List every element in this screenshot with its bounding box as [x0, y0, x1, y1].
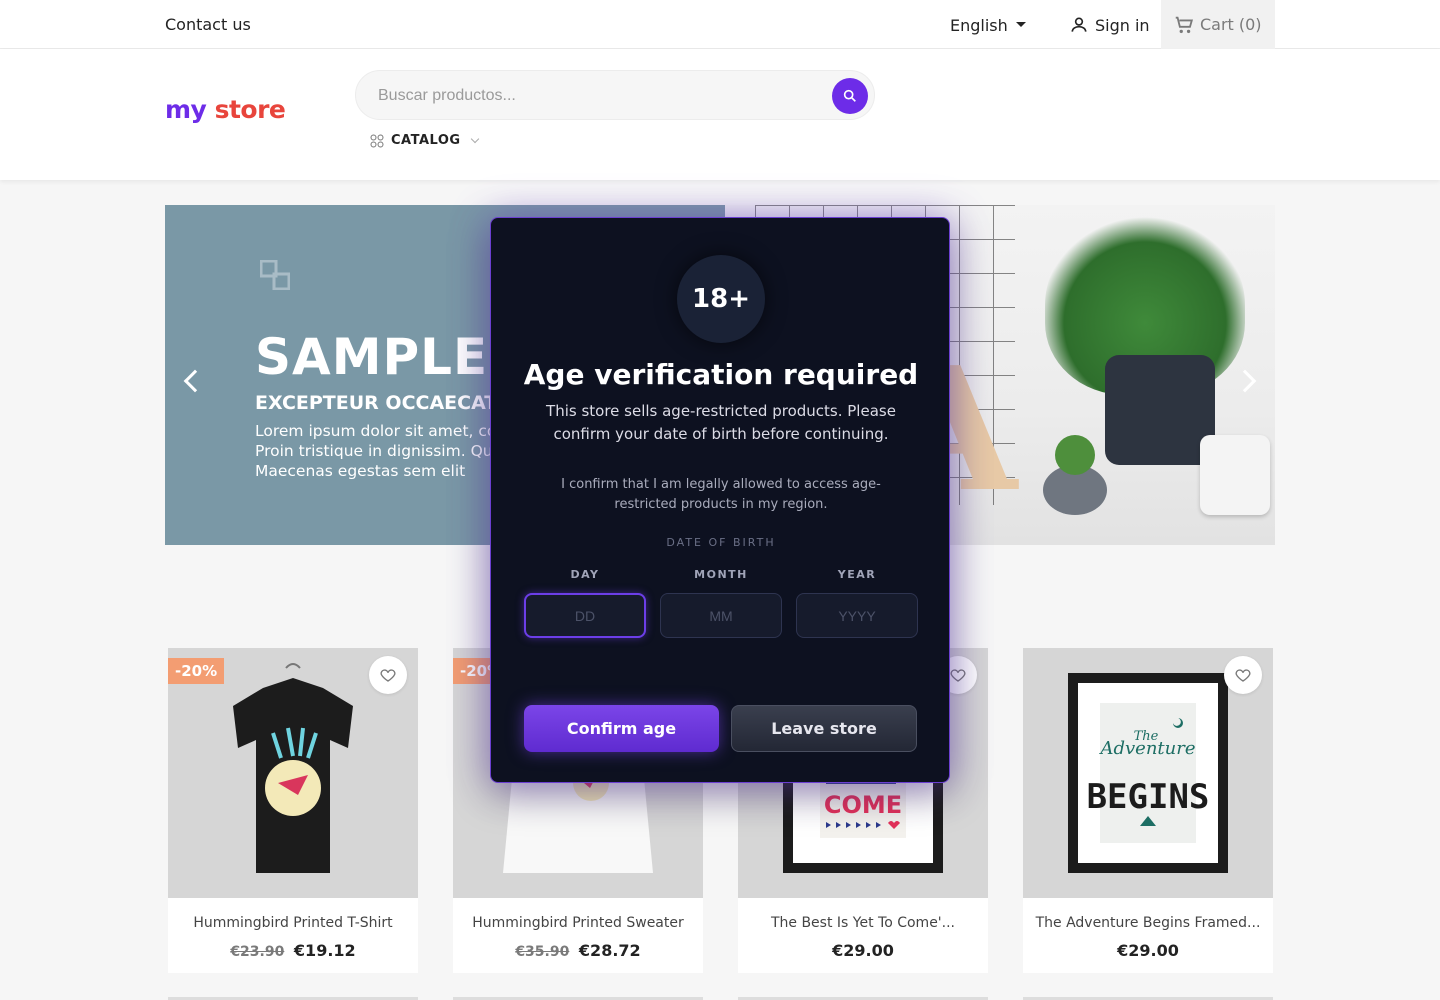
catalog-menu[interactable]: CATALOG: [370, 133, 479, 148]
modal-legal-text: I confirm that I am legally allowed to a…: [561, 477, 881, 512]
heart-icon: [380, 669, 396, 682]
poster-come-text: COME: [824, 791, 902, 819]
discount-badge: -20%: [168, 658, 225, 684]
user-icon: [1071, 17, 1087, 32]
language-selector[interactable]: English: [950, 16, 1026, 35]
product-price: €29.00: [1023, 941, 1273, 960]
product-card[interactable]: The Adventure BEGINS The Adventure Begin…: [1023, 648, 1273, 973]
search-icon: [843, 89, 856, 102]
wishlist-button[interactable]: [1224, 656, 1262, 694]
poster-begins-text: BEGINS: [1087, 777, 1210, 817]
cart-button[interactable]: Cart (0): [1161, 0, 1275, 49]
product-name[interactable]: Hummingbird Printed T-Shirt: [168, 915, 418, 931]
current-price: €28.72: [578, 941, 641, 960]
cart-icon: [1175, 16, 1194, 33]
wishlist-button[interactable]: [369, 656, 407, 694]
catalog-label: CATALOG: [391, 133, 461, 148]
month-field-wrapper: [660, 593, 782, 638]
modal-title: Age verification required: [523, 358, 919, 391]
sign-in-label: Sign in: [1095, 15, 1150, 35]
old-price: €35.90: [515, 944, 570, 960]
year-input[interactable]: [797, 594, 917, 637]
month-label: MONTH: [694, 568, 748, 581]
caret-down-icon: [1015, 22, 1026, 27]
confirm-age-button[interactable]: Confirm age: [524, 705, 719, 752]
sign-in-link[interactable]: Sign in: [1069, 15, 1150, 35]
product-name[interactable]: The Adventure Begins Framed...: [1023, 915, 1273, 931]
old-price: €23.90: [230, 944, 285, 960]
logo-store: store: [214, 95, 286, 124]
age-badge: 18+: [677, 255, 765, 343]
dob-heading: DATE OF BIRTH: [666, 536, 776, 549]
current-price: €19.12: [293, 941, 356, 960]
slider-prev-arrow-icon[interactable]: [183, 369, 207, 393]
product-price: €29.00: [738, 941, 988, 960]
grid-icon: [370, 134, 384, 147]
day-label: DAY: [570, 568, 600, 581]
search-button[interactable]: [832, 78, 868, 114]
product-name[interactable]: Hummingbird Printed Sweater: [453, 915, 703, 931]
language-label: English: [950, 16, 1008, 35]
day-field-wrapper: [524, 593, 646, 638]
day-input[interactable]: [526, 595, 644, 636]
product-name[interactable]: The Best Is Yet To Come'...: [738, 915, 988, 931]
leave-store-button[interactable]: Leave store: [731, 705, 917, 752]
year-field-wrapper: [796, 593, 918, 638]
cart-count: (0): [1238, 15, 1262, 34]
product-image[interactable]: -20%: [168, 648, 418, 898]
search-input[interactable]: [378, 84, 818, 108]
modal-description: This store sells age-restricted products…: [546, 402, 896, 443]
logo-my: my: [165, 95, 207, 124]
poster-adventure-text: Adventure: [1098, 738, 1195, 759]
current-price: €29.00: [832, 941, 894, 960]
heart-icon: [1235, 669, 1251, 682]
year-label: YEAR: [837, 568, 877, 581]
product-image[interactable]: The Adventure BEGINS: [1023, 648, 1273, 898]
header: my store CATALOG: [0, 49, 1440, 180]
current-price: €29.00: [1117, 941, 1179, 960]
candle-image: [1200, 435, 1270, 515]
slide-subtitle: EXCEPTEUR OCCAECAT: [255, 392, 498, 414]
chevron-down-icon: [470, 134, 479, 143]
cactus-image: [1055, 435, 1095, 475]
age-verification-modal: 18+ Age verification required This store…: [490, 217, 950, 783]
month-input[interactable]: [661, 594, 781, 637]
slide-decoration-icon: [260, 260, 290, 290]
product-card[interactable]: -20% Hummingbird Printed T-Shirt €23.90 …: [168, 648, 418, 973]
store-logo[interactable]: my store: [165, 95, 286, 124]
product-price: €35.90 €28.72: [453, 941, 703, 960]
pot-image: [1105, 355, 1215, 465]
top-nav: Contact us English Sign in Cart (0): [0, 0, 1440, 49]
product-price: €23.90 €19.12: [168, 941, 418, 960]
contact-us-link[interactable]: Contact us: [165, 15, 251, 34]
search-bar: [355, 70, 875, 120]
cart-label: Cart: [1200, 15, 1234, 34]
heart-icon: [950, 669, 966, 682]
